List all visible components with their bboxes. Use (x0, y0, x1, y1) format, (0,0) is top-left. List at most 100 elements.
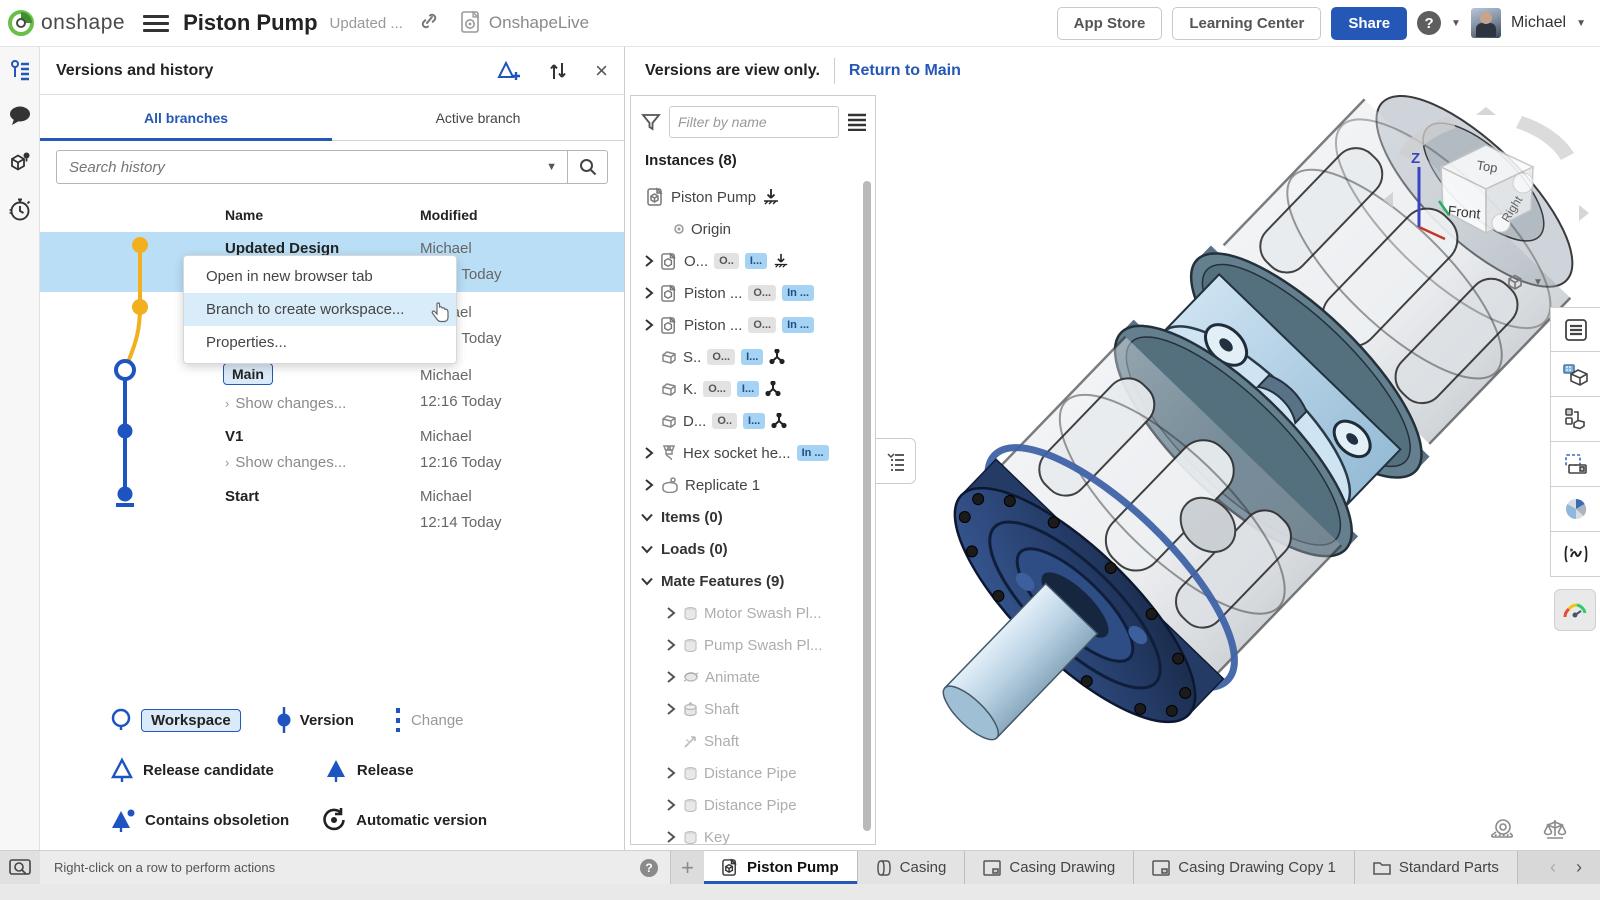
help-caret-icon[interactable]: ▼ (1451, 18, 1461, 29)
mate-row-distance-pipe-2[interactable]: Distance Pipe (631, 789, 863, 821)
tab-casing-drawing[interactable]: Casing Drawing (965, 851, 1134, 884)
instance-row-origin[interactable]: Origin (631, 213, 863, 245)
scrollbar[interactable] (863, 181, 871, 831)
chevron-right-icon[interactable] (665, 671, 677, 683)
learning-center-button[interactable]: Learning Center (1172, 7, 1321, 40)
show-changes-link[interactable]: Show changes... (235, 454, 346, 471)
return-to-main-link[interactable]: Return to Main (849, 62, 961, 80)
share-button[interactable]: Share (1331, 7, 1407, 40)
badge-gray[interactable]: O... (748, 285, 776, 301)
view-cube[interactable]: Top Front Right Z (1381, 105, 1591, 290)
section-mate-features[interactable]: Mate Features (9) (631, 565, 863, 597)
chevron-right-icon[interactable] (643, 479, 655, 491)
parts-panel-icon[interactable] (7, 149, 33, 175)
history-timer-icon[interactable] (7, 197, 32, 222)
section-items[interactable]: Items (0) (631, 501, 863, 533)
share-link-icon[interactable] (419, 11, 439, 36)
badge-gray[interactable]: O.. (712, 413, 737, 429)
chevron-right-icon[interactable] (665, 831, 677, 843)
view-menu-caret-icon[interactable]: ▼ (1533, 277, 1543, 288)
chevron-right-icon[interactable] (665, 767, 677, 779)
mate-row-distance-pipe-1[interactable]: Distance Pipe (631, 757, 863, 789)
chevron-down-icon[interactable] (641, 575, 653, 587)
chevron-right-icon[interactable] (643, 255, 655, 267)
comments-panel-icon[interactable] (8, 105, 32, 127)
instance-row-piston-1[interactable]: Piston ... O... In ... (631, 277, 863, 309)
chevron-right-icon[interactable] (643, 447, 655, 459)
filter-by-name-input[interactable]: Filter by name (669, 106, 839, 138)
viewcube-front-face[interactable]: Front (1447, 202, 1481, 221)
tab-standard-parts[interactable]: Standard Parts (1355, 851, 1518, 884)
close-panel-icon[interactable]: × (595, 58, 608, 84)
instance-row-d[interactable]: D... O.. I... (631, 405, 863, 437)
badge-gray[interactable]: O... (703, 381, 731, 397)
help-button[interactable]: ? (1417, 11, 1441, 35)
menu-item-open-new-tab[interactable]: Open in new browser tab (184, 260, 456, 293)
create-version-icon[interactable] (497, 60, 521, 82)
named-views-button[interactable] (1550, 352, 1600, 397)
chevron-down-icon[interactable] (641, 543, 653, 555)
badge-in-context[interactable]: I... (743, 413, 765, 429)
panel-flyout-handle[interactable] (876, 438, 916, 484)
menu-item-branch-workspace[interactable]: Branch to create workspace... (184, 293, 456, 326)
instance-row-piston-pump[interactable]: Piston Pump (631, 181, 863, 213)
view-menu[interactable]: ▼ (1505, 272, 1543, 292)
badge-in-context[interactable]: In ... (782, 285, 814, 301)
filter-icon[interactable] (641, 112, 661, 132)
instance-row-o[interactable]: O... O.. I... (631, 245, 863, 277)
main-menu-icon[interactable] (143, 11, 169, 36)
badge-gray[interactable]: O... (707, 349, 735, 365)
tab-all-branches[interactable]: All branches (40, 95, 332, 140)
expand-changes-icon[interactable]: › (225, 396, 229, 411)
animate-button[interactable] (1550, 532, 1600, 577)
drawing-button[interactable] (1550, 442, 1600, 487)
instance-row-hex-socket[interactable]: Hex socket he... In ... (631, 437, 863, 469)
configurations-button[interactable] (1550, 397, 1600, 442)
add-tab-button[interactable]: + (670, 851, 704, 884)
tab-casing[interactable]: Casing (858, 851, 966, 884)
history-row-v1[interactable]: V1 ›Show changes... Michael 12:16 Today (40, 420, 624, 480)
user-menu-caret-icon[interactable]: ▼ (1576, 18, 1586, 29)
performance-monitor-icon[interactable] (9, 859, 31, 877)
tab-casing-drawing-copy[interactable]: Casing Drawing Copy 1 (1134, 851, 1355, 884)
badge-gray[interactable]: O... (748, 317, 776, 333)
search-dropdown-caret-icon[interactable]: ▼ (536, 161, 567, 173)
chevron-right-icon[interactable] (665, 639, 677, 651)
app-store-button[interactable]: App Store (1057, 7, 1163, 40)
appearance-button[interactable] (1550, 487, 1600, 532)
instance-row-s[interactable]: S.. O... I... (631, 341, 863, 373)
mass-properties-icon[interactable] (1542, 818, 1568, 840)
tabs-scroll-left-icon[interactable]: ‹ (1542, 857, 1564, 878)
bom-table-button[interactable] (1550, 307, 1600, 352)
tabs-scroll-right-icon[interactable]: › (1568, 857, 1590, 878)
chevron-right-icon[interactable] (643, 287, 655, 299)
tab-active-branch[interactable]: Active branch (332, 95, 624, 140)
badge-in-context[interactable]: In ... (797, 445, 829, 461)
instance-row-replicate[interactable]: Replicate 1 (631, 469, 863, 501)
instance-row-k[interactable]: K. O... I... (631, 373, 863, 405)
menu-item-properties[interactable]: Properties... (184, 326, 456, 359)
show-changes-link[interactable]: Show changes... (235, 395, 346, 412)
versions-panel-icon[interactable] (8, 59, 32, 83)
mate-row-key[interactable]: Key (631, 821, 863, 853)
tab-piston-pump[interactable]: Piston Pump (704, 851, 858, 884)
mate-row-shaft-1[interactable]: Shaft (631, 693, 863, 725)
chevron-right-icon[interactable] (665, 607, 677, 619)
3d-viewport[interactable]: Top Front Right Z (876, 95, 1600, 850)
user-name[interactable]: Michael (1511, 14, 1566, 32)
mate-row-shaft-2[interactable]: Shaft (631, 725, 863, 757)
chevron-right-icon[interactable] (643, 319, 655, 331)
search-icon[interactable] (567, 151, 607, 183)
mate-row-pump-swash[interactable]: Pump Swash Pl... (631, 629, 863, 661)
history-row-main[interactable]: Main ›Show changes... Michael 12:16 Toda… (40, 355, 624, 420)
section-loads[interactable]: Loads (0) (631, 533, 863, 565)
search-history-input[interactable] (57, 159, 536, 176)
chevron-down-icon[interactable] (641, 511, 653, 523)
badge-gray[interactable]: O.. (714, 253, 739, 269)
mate-row-motor-swash[interactable]: Motor Swash Pl... (631, 597, 863, 629)
performance-gauge-button[interactable] (1554, 589, 1596, 631)
chevron-right-icon[interactable] (665, 799, 677, 811)
compare-branches-icon[interactable] (547, 60, 569, 82)
badge-in-context[interactable]: I... (737, 381, 759, 397)
status-help-icon[interactable]: ? (640, 859, 658, 877)
